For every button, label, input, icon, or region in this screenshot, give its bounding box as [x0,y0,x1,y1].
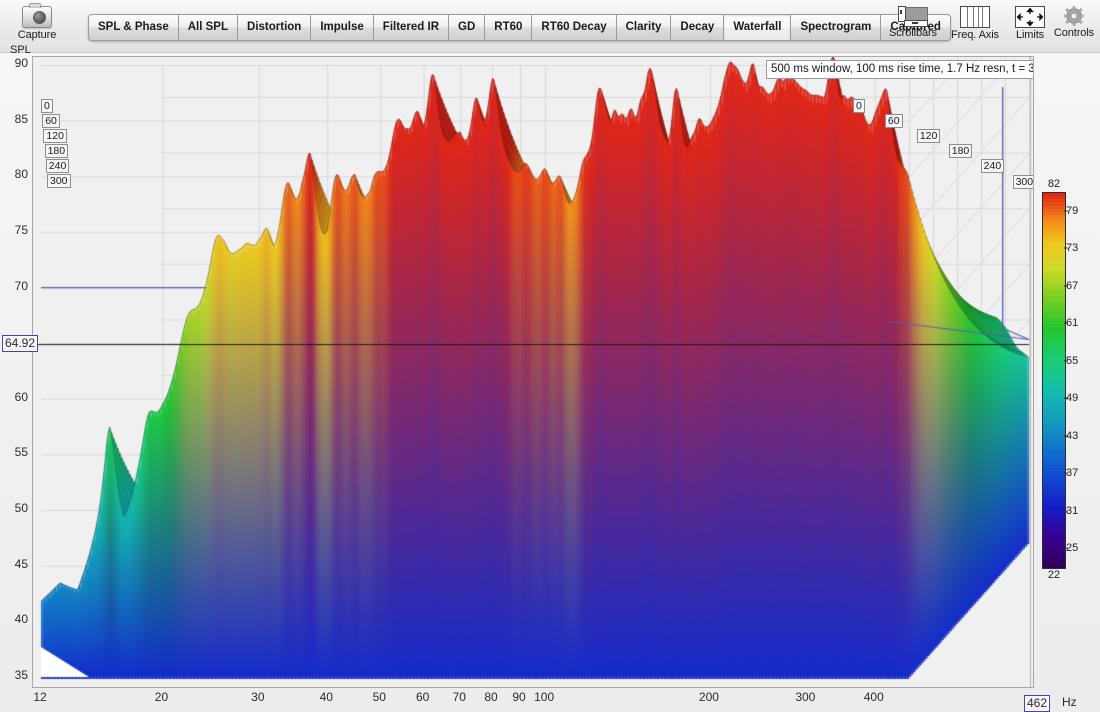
colorbar-tick-mark [1064,360,1068,361]
colorbar-tick-mark [1064,248,1068,249]
y-tick-55: 55 [0,445,28,459]
time-label-right-300: 300 [1013,175,1034,189]
time-label-left-0: 0 [41,99,53,113]
waterfall-canvas[interactable] [33,57,1033,687]
colorbar-tick-mark [1064,323,1068,324]
time-label-left-60: 60 [42,114,60,128]
rew-waterfall-window: Capture SPL & PhaseAll SPLDistortionImpu… [0,0,1100,712]
tab-impulse[interactable]: Impulse [311,15,373,40]
view-tab-strip[interactable]: SPL & PhaseAll SPLDistortionImpulseFilte… [88,14,951,41]
tab-all-spl[interactable]: All SPL [179,15,238,40]
colorbar-segment [1043,565,1065,568]
gear-icon [1064,6,1084,26]
y-axis-title: SPL [10,44,31,56]
colorbar-tick-mark [1064,398,1068,399]
freq-axis-icon [960,6,990,28]
tab-rt60[interactable]: RT60 [485,15,532,40]
colorbar-tick-mark [1064,548,1068,549]
toolbar: Capture SPL & PhaseAll SPLDistortionImpu… [0,0,1100,53]
scrollbars-button[interactable]: Scrollbars [884,6,942,39]
tab-spl-phase[interactable]: SPL & Phase [89,15,179,40]
x-tick-50: 50 [373,690,386,704]
limits-button-label: Limits [1006,29,1054,41]
colorbar-gradient [1042,192,1066,569]
spl-cursor-value[interactable]: 64.92 [2,335,38,352]
plot-annotation: 500 ms window, 100 ms rise time, 1.7 Hz … [766,60,1034,79]
frequency-max-input[interactable]: 462 [1024,695,1050,712]
y-tick-45: 45 [0,557,28,571]
colorbar-max-label: 82 [1042,178,1066,190]
scrollbars-button-label: Scrollbars [884,27,942,39]
x-tick-90: 90 [512,690,525,704]
colorbar-tick-mark [1064,210,1068,211]
x-tick-70: 70 [453,690,466,704]
x-tick-60: 60 [416,690,429,704]
tab-distortion[interactable]: Distortion [238,15,311,40]
time-label-left-180: 180 [45,144,69,158]
y-tick-90: 90 [0,56,28,70]
tab-decay[interactable]: Decay [671,15,724,40]
tab-gd[interactable]: GD [449,15,485,40]
y-tick-50: 50 [0,501,28,515]
color-scale-legend: 82 22 79736761554943373125 [1042,180,1098,580]
controls-button[interactable]: Controls [1050,6,1098,39]
x-tick-20: 20 [155,690,168,704]
scrollbars-icon [898,6,928,26]
time-label-left-120: 120 [43,129,67,143]
freq-axis-button-label: Freq. Axis [946,29,1004,41]
x-tick-100: 100 [534,690,554,704]
x-tick-40: 40 [320,690,333,704]
x-tick-200: 200 [699,690,719,704]
x-tick-400: 400 [864,690,884,704]
tab-spectrogram[interactable]: Spectrogram [791,15,881,40]
time-label-right-0: 0 [853,99,865,113]
colorbar-tick-mark [1064,473,1068,474]
capture-button[interactable]: Capture [6,6,68,41]
x-tick-30: 30 [251,690,264,704]
tab-waterfall[interactable]: Waterfall [724,15,791,40]
colorbar-tick-mark [1064,285,1068,286]
capture-button-label: Capture [6,29,68,41]
waterfall-plot[interactable]: 060120180240300 060120180240300 500 ms w… [32,56,1034,688]
y-tick-40: 40 [0,612,28,626]
time-label-left-300: 300 [47,174,71,188]
x-tick-80: 80 [484,690,497,704]
colorbar-min-label: 22 [1042,569,1066,581]
x-tick-300: 300 [795,690,815,704]
tab-rt60-decay[interactable]: RT60 Decay [532,15,616,40]
time-label-left-240: 240 [46,159,70,173]
time-label-right-120: 120 [917,129,941,143]
y-tick-60: 60 [0,390,28,404]
limits-arrows-icon [1015,6,1045,28]
time-label-right-240: 240 [981,159,1005,173]
camera-icon [22,6,52,28]
tab-filtered-ir[interactable]: Filtered IR [374,15,449,40]
y-tick-70: 70 [0,279,28,293]
tab-clarity[interactable]: Clarity [617,15,672,40]
colorbar-tick-mark [1064,435,1068,436]
colorbar-tick-mark [1064,510,1068,511]
y-tick-85: 85 [0,112,28,126]
time-label-right-180: 180 [949,144,973,158]
controls-button-label: Controls [1050,27,1098,39]
freq-axis-button[interactable]: Freq. Axis [946,6,1004,41]
y-tick-75: 75 [0,223,28,237]
y-tick-35: 35 [0,668,28,682]
x-tick-12: 12 [33,690,46,704]
y-tick-80: 80 [0,167,28,181]
frequency-unit-label: Hz [1062,695,1077,709]
limits-button[interactable]: Limits [1006,6,1054,41]
time-label-right-60: 60 [885,114,903,128]
